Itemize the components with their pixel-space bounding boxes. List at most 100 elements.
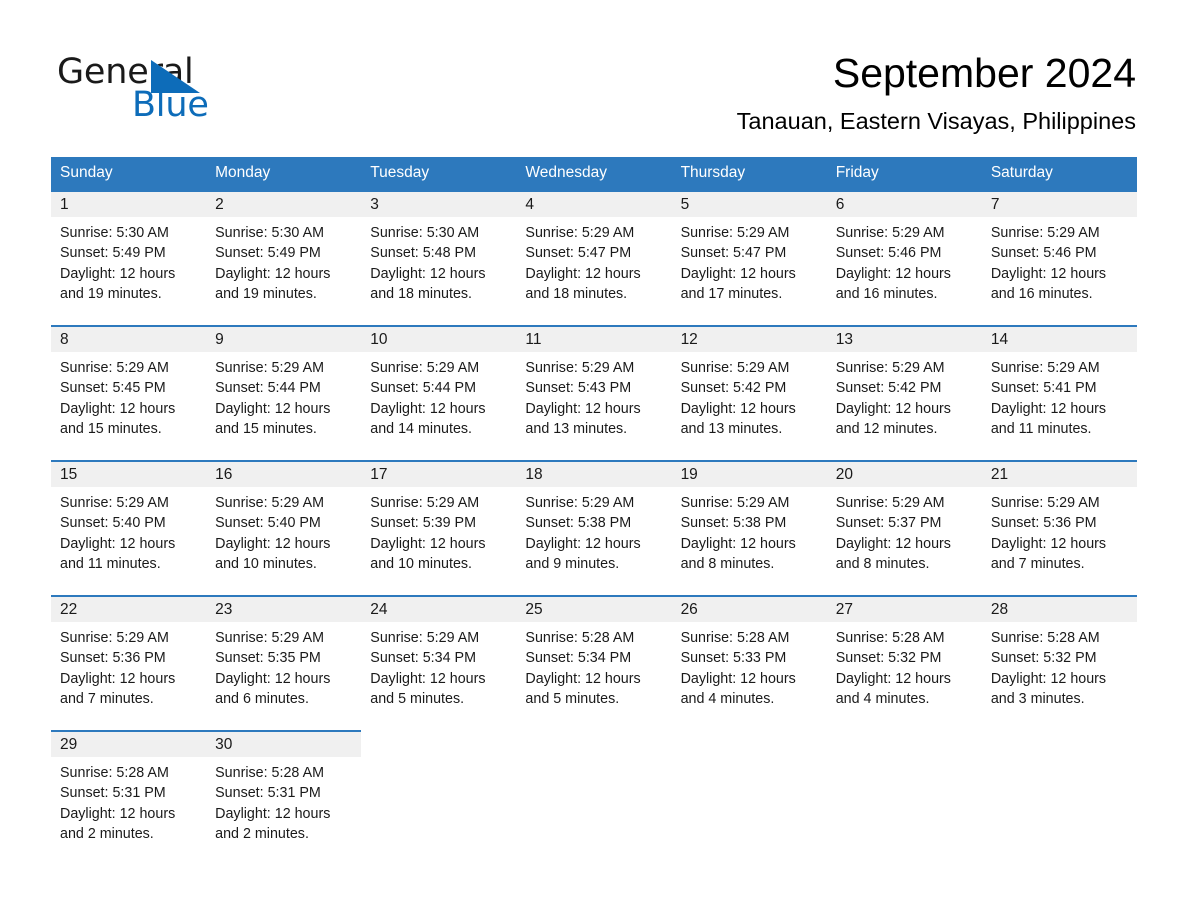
day-details: Sunrise: 5:29 AM Sunset: 5:34 PM Daylight:… [361,622,516,709]
day-cell-content[interactable]: 2 Sunrise: 5:30 AM Sunset: 5:49 PM Daylight… [206,192,362,325]
day-cell-content[interactable]: 19 Sunrise: 5:29 AM Sunset: 5:38 PM Dayligh… [671,462,827,595]
daylight-text: Daylight: 12 hours and 12 minutes. [835,400,951,437]
day-number: 11 [516,327,672,352]
sunset-text: Sunset: 5:47 PM [525,245,632,262]
sunset-text: Sunset: 5:48 PM [370,245,476,262]
day-cell-content[interactable]: 21 Sunrise: 5:29 AM Sunset: 5:36 PM Dayligh… [981,462,1137,595]
day-cell-content[interactable]: 28 Sunrise: 5:28 AM Sunset: 5:32 PM Dayligh… [981,597,1137,730]
weekday-header-sunday: Sunday [51,157,207,191]
day-cell-content[interactable]: 12 Sunrise: 5:29 AM Sunset: 5:42 PM Dayligh… [671,327,827,460]
day-details: Sunrise: 5:29 AM Sunset: 5:46 PM Daylight:… [827,217,982,304]
calendar-day-cell: 27 Sunrise: 5:28 AM Sunset: 5:32 PM Dayligh… [826,595,982,731]
weekday-header-monday: Monday [206,157,362,191]
day-cell-content[interactable]: 20 Sunrise: 5:29 AM Sunset: 5:37 PM Dayligh… [826,462,982,595]
day-number: 8 [51,327,207,352]
day-cell-content[interactable]: 9 Sunrise: 5:29 AM Sunset: 5:44 PM Daylight… [206,327,362,460]
calendar-day-cell: 8 Sunrise: 5:29 AM Sunset: 5:45 PM Daylight… [51,325,207,461]
daylight-text: Daylight: 12 hours and 15 minutes. [215,400,331,437]
day-cell-content[interactable]: 23 Sunrise: 5:29 AM Sunset: 5:35 PM Dayligh… [206,597,362,730]
calendar-day-cell: 13 Sunrise: 5:29 AM Sunset: 5:42 PM Dayligh… [826,325,982,461]
day-number: 21 [981,462,1137,487]
sunrise-text: Sunrise: 5:29 AM [680,495,790,511]
day-cell-content[interactable]: 15 Sunrise: 5:29 AM Sunset: 5:40 PM Dayligh… [51,462,207,595]
sunset-text: Sunset: 5:33 PM [680,650,787,667]
sunrise-text: Sunrise: 5:29 AM [525,360,635,376]
day-cell-content[interactable]: 16 Sunrise: 5:29 AM Sunset: 5:40 PM Dayligh… [206,462,362,595]
day-number: 22 [51,597,207,622]
sunset-text: Sunset: 5:42 PM [835,380,942,397]
calendar-day-cell: 12 Sunrise: 5:29 AM Sunset: 5:42 PM Dayligh… [671,325,827,461]
day-cell-content[interactable]: 30 Sunrise: 5:28 AM Sunset: 5:31 PM Dayligh… [206,732,362,865]
day-cell-content[interactable]: 25 Sunrise: 5:28 AM Sunset: 5:34 PM Dayligh… [516,597,672,730]
day-number: 14 [981,327,1137,352]
weekday-header-saturday: Saturday [981,157,1137,191]
day-cell-content[interactable]: 10 Sunrise: 5:29 AM Sunset: 5:44 PM Dayligh… [361,327,517,460]
day-number: 4 [516,192,672,217]
daylight-text: Daylight: 12 hours and 5 minutes. [525,670,641,707]
day-cell-content[interactable]: 6 Sunrise: 5:29 AM Sunset: 5:46 PM Daylight… [826,192,982,325]
day-cell-content[interactable]: 11 Sunrise: 5:29 AM Sunset: 5:43 PM Dayligh… [516,327,672,460]
sunrise-text: Sunrise: 5:29 AM [990,360,1100,376]
day-details: Sunrise: 5:29 AM Sunset: 5:42 PM Daylight:… [827,352,982,439]
daylight-text: Daylight: 12 hours and 8 minutes. [835,535,951,572]
day-cell-content[interactable]: 22 Sunrise: 5:29 AM Sunset: 5:36 PM Dayligh… [51,597,207,730]
day-details: Sunrise: 5:29 AM Sunset: 5:40 PM Daylight:… [206,487,361,574]
day-cell-content[interactable]: 8 Sunrise: 5:29 AM Sunset: 5:45 PM Daylight… [51,327,207,460]
daylight-text: Daylight: 12 hours and 13 minutes. [680,400,796,437]
day-details: Sunrise: 5:29 AM Sunset: 5:38 PM Daylight:… [516,487,671,574]
day-cell-content[interactable]: 29 Sunrise: 5:28 AM Sunset: 5:31 PM Dayligh… [51,732,207,865]
day-number: 19 [671,462,827,487]
day-cell-content[interactable]: 18 Sunrise: 5:29 AM Sunset: 5:38 PM Dayligh… [516,462,672,595]
weekday-header-thursday: Thursday [671,157,827,191]
sunset-text: Sunset: 5:43 PM [525,380,632,397]
sunset-text: Sunset: 5:34 PM [370,650,476,667]
calendar-week-row: 1 Sunrise: 5:30 AM Sunset: 5:49 PM Daylight… [51,190,1137,326]
day-cell-content[interactable]: 7 Sunrise: 5:29 AM Sunset: 5:46 PM Daylight… [981,192,1137,325]
day-number: 12 [671,327,827,352]
day-cell-content[interactable]: 13 Sunrise: 5:29 AM Sunset: 5:42 PM Dayligh… [826,327,982,460]
sunrise-text: Sunrise: 5:29 AM [215,360,325,376]
calendar-day-cell: 1 Sunrise: 5:30 AM Sunset: 5:49 PM Daylight… [51,190,207,326]
calendar-day-cell: 2 Sunrise: 5:30 AM Sunset: 5:49 PM Daylight… [206,190,362,326]
calendar-day-cell-empty [981,731,1137,865]
day-cell-content[interactable]: 17 Sunrise: 5:29 AM Sunset: 5:39 PM Dayligh… [361,462,517,595]
sunrise-text: Sunrise: 5:29 AM [370,495,480,511]
sunrise-text: Sunrise: 5:30 AM [215,225,325,241]
day-number: 13 [826,327,982,352]
sunrise-text: Sunrise: 5:30 AM [370,225,480,241]
sunset-text: Sunset: 5:47 PM [680,245,787,262]
day-details: Sunrise: 5:29 AM Sunset: 5:47 PM Daylight:… [672,217,827,304]
daylight-text: Daylight: 12 hours and 19 minutes. [215,265,331,302]
calendar-day-cell: 23 Sunrise: 5:29 AM Sunset: 5:35 PM Dayligh… [206,595,362,731]
sunrise-text: Sunrise: 5:30 AM [60,225,169,241]
day-details: Sunrise: 5:28 AM Sunset: 5:34 PM Daylight:… [516,622,671,709]
day-cell-content[interactable]: 24 Sunrise: 5:29 AM Sunset: 5:34 PM Dayligh… [361,597,517,730]
day-number: 5 [671,192,827,217]
day-cell-content[interactable]: 26 Sunrise: 5:28 AM Sunset: 5:33 PM Dayligh… [671,597,827,730]
day-details: Sunrise: 5:30 AM Sunset: 5:49 PM Daylight:… [51,217,206,304]
day-details: Sunrise: 5:30 AM Sunset: 5:48 PM Daylight:… [361,217,516,304]
day-number: 29 [51,732,207,757]
day-details: Sunrise: 5:28 AM Sunset: 5:31 PM Daylight:… [206,757,361,844]
day-number: 1 [51,192,207,217]
day-details: Sunrise: 5:29 AM Sunset: 5:42 PM Daylight:… [672,352,827,439]
calendar-day-cell: 25 Sunrise: 5:28 AM Sunset: 5:34 PM Dayligh… [516,595,672,731]
calendar-day-cell: 22 Sunrise: 5:29 AM Sunset: 5:36 PM Dayligh… [51,595,207,731]
sunset-text: Sunset: 5:49 PM [60,245,166,262]
day-cell-content[interactable]: 5 Sunrise: 5:29 AM Sunset: 5:47 PM Daylight… [671,192,827,325]
daylight-text: Daylight: 12 hours and 4 minutes. [680,670,796,707]
calendar-day-cell: 17 Sunrise: 5:29 AM Sunset: 5:39 PM Dayligh… [361,460,517,596]
day-cell-content[interactable]: 14 Sunrise: 5:29 AM Sunset: 5:41 PM Dayligh… [981,327,1137,460]
sunrise-text: Sunrise: 5:29 AM [60,630,169,646]
calendar-week-row: 8 Sunrise: 5:29 AM Sunset: 5:45 PM Daylight… [51,325,1137,461]
sunrise-text: Sunrise: 5:29 AM [680,360,790,376]
sunset-text: Sunset: 5:35 PM [215,650,321,667]
sunset-text: Sunset: 5:38 PM [525,515,632,532]
day-cell-content[interactable]: 1 Sunrise: 5:30 AM Sunset: 5:49 PM Daylight… [51,192,207,325]
sunrise-text: Sunrise: 5:29 AM [835,360,945,376]
day-cell-content[interactable]: 3 Sunrise: 5:30 AM Sunset: 5:48 PM Daylight… [361,192,517,325]
day-cell-content[interactable]: 4 Sunrise: 5:29 AM Sunset: 5:47 PM Daylight… [516,192,672,325]
day-number: 23 [206,597,362,622]
day-cell-content[interactable]: 27 Sunrise: 5:28 AM Sunset: 5:32 PM Dayligh… [826,597,982,730]
day-number: 17 [361,462,517,487]
